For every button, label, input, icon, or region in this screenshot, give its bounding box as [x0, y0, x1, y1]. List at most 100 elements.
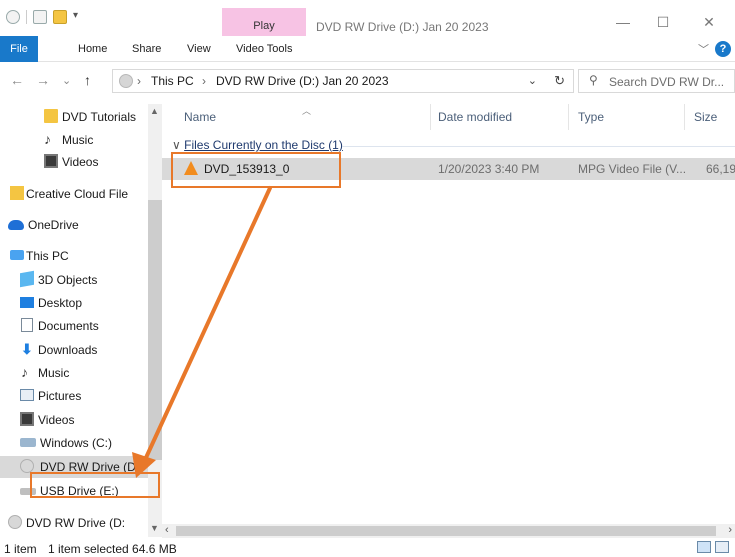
- large-icons-view-icon[interactable]: [715, 541, 729, 553]
- scroll-left-icon[interactable]: ‹: [165, 524, 169, 536]
- this-pc-icon: [10, 250, 24, 260]
- close-button[interactable]: ✕: [686, 14, 732, 31]
- help-icon[interactable]: ?: [715, 41, 731, 57]
- maximize-button[interactable]: ☐: [640, 14, 686, 31]
- sidebar-item-label: Pictures: [38, 389, 82, 403]
- sidebar-item-music[interactable]: ♪ Music: [0, 129, 148, 151]
- sidebar-item-creative-cloud[interactable]: Creative Cloud File: [0, 183, 148, 205]
- tab-view[interactable]: View: [187, 39, 211, 59]
- context-tab-group: Play: [222, 8, 306, 36]
- folder-icon: [44, 109, 58, 123]
- sidebar-item-label: Music: [62, 133, 94, 147]
- sidebar-item-music-pc[interactable]: ♪ Music: [0, 362, 148, 384]
- documents-icon: [21, 318, 33, 332]
- sidebar-item-label: DVD RW Drive (D:: [26, 516, 126, 530]
- sidebar-item-3d-objects[interactable]: 3D Objects: [0, 269, 148, 291]
- up-button[interactable]: ↑: [84, 72, 91, 88]
- properties-icon[interactable]: [33, 10, 47, 24]
- 3d-objects-icon: [20, 270, 34, 288]
- sort-ascending-icon: ︿: [302, 106, 312, 116]
- column-header-name[interactable]: Name: [184, 110, 216, 124]
- address-bar[interactable]: › This PC › DVD RW Drive (D:) Jan 20 202…: [112, 69, 574, 93]
- sidebar-item-label: Videos: [62, 155, 99, 169]
- sidebar-item-videos[interactable]: Videos: [0, 151, 148, 173]
- scroll-right-icon[interactable]: ›: [728, 524, 732, 536]
- sidebar-item-pictures[interactable]: Pictures: [0, 385, 148, 407]
- breadcrumb-separator[interactable]: ›: [202, 74, 206, 88]
- column-divider[interactable]: [684, 104, 685, 130]
- tab-home[interactable]: Home: [78, 39, 107, 59]
- breadcrumb-dvd-drive[interactable]: DVD RW Drive (D:) Jan 20 2023: [216, 74, 389, 88]
- horizontal-scrollbar[interactable]: ‹ ›: [162, 524, 735, 538]
- music-icon: ♪: [44, 131, 51, 147]
- refresh-icon[interactable]: ↻: [554, 73, 565, 89]
- quick-access-toolbar: ▾: [6, 10, 87, 24]
- window-title: DVD RW Drive (D:) Jan 20 2023: [316, 20, 489, 34]
- title-bar: ▾ Play DVD RW Drive (D:) Jan 20 2023 — ☐…: [0, 0, 735, 36]
- scroll-up-icon[interactable]: ▲: [150, 106, 159, 116]
- tab-file[interactable]: File: [0, 36, 38, 62]
- scroll-down-icon[interactable]: ▼: [150, 523, 159, 533]
- details-view-icon[interactable]: [697, 541, 711, 553]
- customize-toolbar-icon[interactable]: ▾: [73, 10, 87, 24]
- toolbar-divider: [26, 10, 27, 24]
- sidebar-item-label: Desktop: [38, 296, 83, 310]
- sidebar-item-label: OneDrive: [28, 218, 79, 232]
- sidebar-item-label: DVD Tutorials: [62, 110, 137, 124]
- sidebar-item-desktop[interactable]: Desktop: [0, 292, 148, 314]
- search-placeholder[interactable]: Search DVD RW Dr...: [609, 75, 724, 89]
- ribbon-expand-icon[interactable]: ﹀: [698, 41, 709, 57]
- column-divider[interactable]: [568, 104, 569, 130]
- sidebar-item-this-pc[interactable]: This PC: [0, 245, 148, 267]
- onedrive-icon: [8, 220, 24, 230]
- search-box[interactable]: ⚲ Search DVD RW Dr...: [578, 69, 735, 93]
- item-count: 1 item: [4, 542, 37, 556]
- collapse-group-icon[interactable]: ∨: [172, 138, 181, 152]
- disc-icon: [6, 10, 20, 24]
- dvd-drive-icon: [20, 459, 34, 473]
- group-divider: [342, 146, 735, 147]
- tab-share[interactable]: Share: [132, 39, 161, 59]
- sidebar-item-label: 3D Objects: [38, 273, 98, 287]
- creative-cloud-icon: [10, 186, 24, 200]
- disc-icon: [119, 74, 133, 88]
- new-folder-icon[interactable]: [53, 10, 67, 24]
- sidebar-item-onedrive[interactable]: OneDrive: [0, 214, 148, 236]
- sidebar-item-label: This PC: [26, 249, 69, 263]
- ribbon-tabs: File Home Share View Video Tools ﹀ ?: [0, 36, 735, 62]
- sidebar-item-label: Creative Cloud File: [26, 187, 129, 201]
- pictures-icon: [20, 389, 34, 401]
- music-icon: ♪: [21, 364, 28, 380]
- sidebar-item-dvd-drive[interactable]: DVD RW Drive (D:: [0, 512, 148, 534]
- back-button[interactable]: ←: [10, 72, 24, 88]
- videos-icon: [20, 412, 34, 426]
- sidebar-item-windows-c[interactable]: Windows (C:): [0, 432, 148, 454]
- recent-locations-button[interactable]: ⌄: [62, 74, 71, 87]
- forward-button[interactable]: →: [36, 72, 50, 88]
- sidebar-item-label: Windows (C:): [40, 436, 113, 450]
- column-header-type[interactable]: Type: [578, 110, 604, 124]
- windows-drive-icon: [20, 438, 36, 447]
- tab-video-tools[interactable]: Video Tools: [236, 39, 292, 59]
- horizontal-scroll-thumb[interactable]: [176, 526, 716, 536]
- breadcrumb-this-pc[interactable]: This PC: [151, 74, 194, 88]
- sidebar-item-videos-pc[interactable]: Videos: [0, 409, 148, 431]
- context-tab-group-label: Play: [253, 20, 275, 32]
- column-header-date-modified[interactable]: Date modified: [438, 110, 512, 124]
- file-type: MPG Video File (V...: [578, 162, 687, 176]
- column-divider[interactable]: [430, 104, 431, 130]
- sidebar-item-downloads[interactable]: ⬇ Downloads: [0, 339, 148, 361]
- file-size: 66,19: [706, 162, 735, 176]
- downloads-icon: ⬇: [21, 341, 33, 357]
- column-header-size[interactable]: Size: [694, 110, 717, 124]
- sidebar-item-documents[interactable]: Documents: [0, 315, 148, 337]
- videos-icon: [44, 154, 58, 168]
- breadcrumb-separator[interactable]: ›: [137, 74, 141, 88]
- dvd-drive-icon: [8, 515, 22, 529]
- sidebar-item-dvd-tutorials[interactable]: DVD Tutorials: [0, 106, 148, 128]
- sidebar-scroll-thumb[interactable]: [148, 200, 162, 460]
- search-icon: ⚲: [589, 73, 598, 87]
- address-dropdown-icon[interactable]: ⌄: [528, 74, 537, 87]
- file-date-modified: 1/20/2023 3:40 PM: [438, 162, 540, 176]
- group-header[interactable]: ∨ Files Currently on the Disc (1): [172, 138, 343, 152]
